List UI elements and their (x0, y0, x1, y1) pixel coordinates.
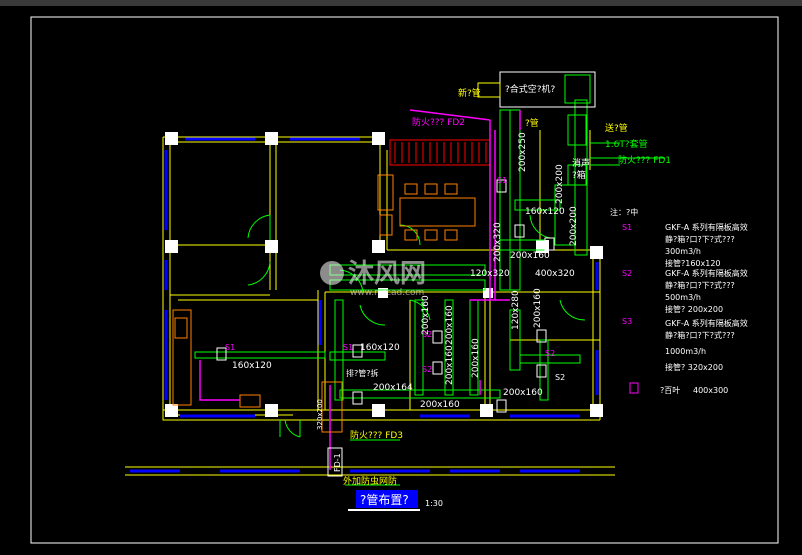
fire-damper-fd1-label: 防火??? FD1 (618, 154, 671, 166)
note-symbol: S2 (622, 269, 632, 278)
side-dim-label: 320x200 (316, 399, 324, 430)
duct-size-label: 200x160 (510, 251, 550, 261)
note-line: 接管? 320x200 (665, 362, 723, 372)
fresh-air-label: 新?管 (458, 87, 481, 99)
note-line: GKF-A 系列有隔板高效 (665, 222, 748, 232)
duct-size-label: 200x160 (503, 388, 543, 398)
note-line: 1000m3/h (665, 347, 706, 356)
ac-unit-label: ?合式空?机? (505, 83, 556, 95)
soft-joint-label: 1.6T?套管 (605, 138, 648, 150)
watermark-logo: 沐风网 (348, 259, 426, 289)
notes-panel: 注：?中 S1 GKF-A 系列有隔板高效 静?箱?口?下?式??? 300m3… (610, 207, 748, 395)
note-line: 静?箱?口?下?式??? (665, 280, 735, 290)
sofa (389, 139, 491, 166)
note-line: GKF-A 系列有隔板高效 (665, 268, 748, 278)
diffuser-tag: S2 (422, 330, 432, 339)
notes-heading: 注：?中 (610, 207, 638, 217)
duct-size-label: 160x120 (360, 343, 400, 353)
external-louver-label: 外加防虫网防 (343, 475, 397, 487)
duct-size-label: 120x280 (511, 290, 521, 330)
duct-size-label: 200x164 (373, 383, 413, 393)
watermark-url: www.mfcad.com (350, 288, 424, 298)
duct-size-label: 200x160 (445, 345, 455, 385)
silencer-label: 消声 (572, 157, 590, 169)
louver-size: 400x300 (693, 386, 728, 395)
duct-size-label: 200x160 (421, 295, 431, 335)
diffuser-tag: S2 (422, 365, 432, 374)
exhaust-pipe-label: 送?管 (605, 122, 628, 134)
duct-size-label: 200x320 (493, 222, 503, 262)
note-line: 500m3/h (665, 293, 701, 302)
diffuser-tag: S1 (343, 343, 353, 352)
louver-label: ?百叶 (660, 386, 680, 395)
pipe-top-label: ?管 (525, 117, 539, 129)
duct-size-label: 200x200 (555, 164, 565, 204)
duct-size-label: 200x160 (445, 305, 455, 345)
duct-size-label: 200x160 (420, 400, 460, 410)
duct-size-label: 200x160 (471, 338, 481, 378)
diffuser-tag: S2 (545, 349, 555, 358)
note-line: 静?箱?口?下?式??? (665, 234, 735, 244)
duct-size-label: 400x320 (535, 269, 575, 279)
duct-size-label: 200x250 (518, 132, 528, 172)
note-line: 接管? 200x200 (665, 304, 723, 314)
note-line: GKF-A 系列有隔板高效 (665, 318, 748, 328)
duct-size-label: 120x320 (470, 269, 510, 279)
note-line: 接管?160x120 (665, 258, 721, 268)
cad-drawing: ?合式空?机? 新?管 防火??? FD2 ?管 送?管 1.6T?套管 消声 … (30, 16, 779, 544)
note-symbol: S1 (622, 223, 632, 232)
silencer-box-label: ?箱 (572, 169, 586, 181)
title-scale: 1:30 (425, 499, 443, 508)
note-line: 300m3/h (665, 247, 701, 256)
diffuser-tag: S2 (555, 373, 565, 382)
duct-room-label: 排?管?拆 (346, 368, 379, 378)
diffuser-tag: S1 (225, 343, 235, 352)
title-text: ?管布置? (360, 492, 409, 507)
fd-label: FD-1 (333, 453, 342, 472)
dining-table (377, 174, 476, 241)
note-symbol: S3 (622, 317, 632, 326)
louver-symbol (629, 382, 639, 394)
note-line: 静?箱?口?下?式??? (665, 330, 735, 340)
fire-damper-fd2-label: 防火??? FD2 (412, 116, 465, 128)
duct-size-label: 160x120 (232, 361, 272, 371)
duct-size-label: 200x200 (569, 206, 579, 246)
fire-damper-fd3-label: 防火??? FD3 (350, 429, 403, 441)
drawing-title: ?管布置? 1:30 (348, 490, 443, 511)
duct-size-label: 200x160 (533, 288, 543, 328)
windows (130, 137, 599, 473)
duct-size-label: 160x120 (525, 207, 565, 217)
diffuser-tag: S1 (497, 176, 507, 185)
